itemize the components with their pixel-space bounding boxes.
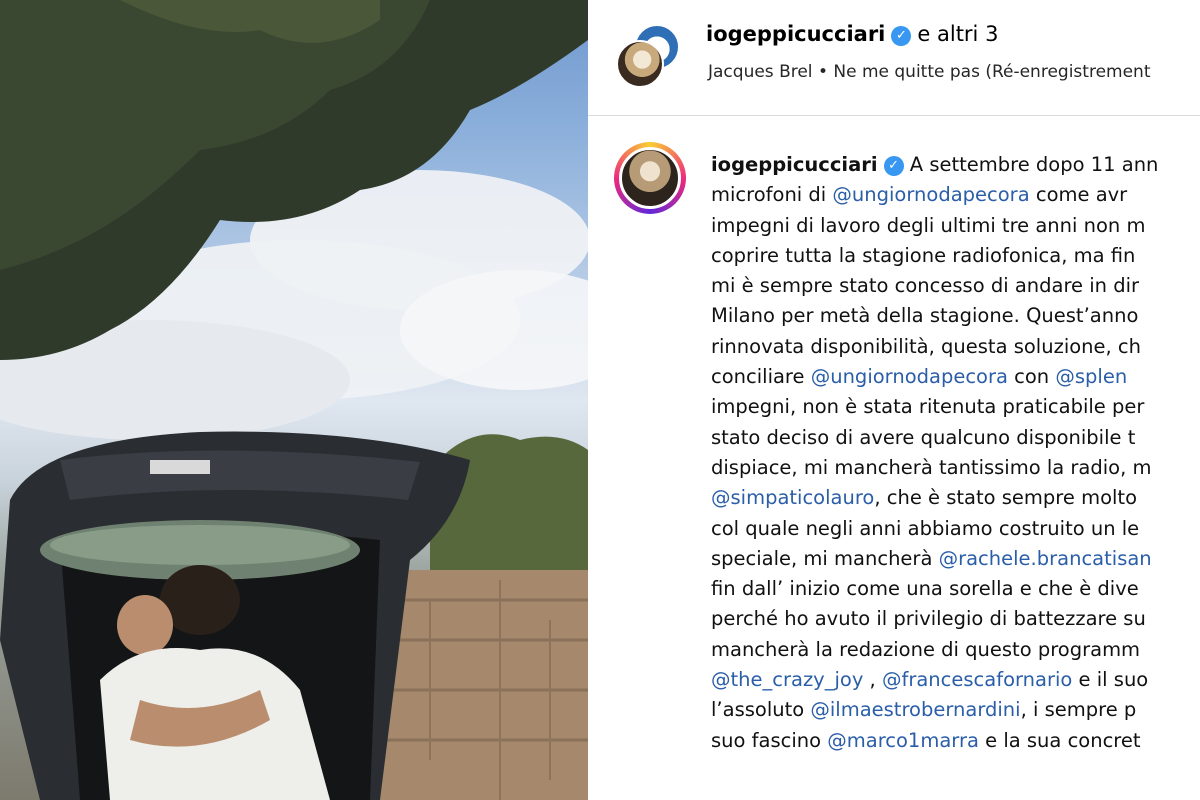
caption-line: perché ho avuto il privilegio di battezz… (711, 604, 1200, 634)
verified-badge-icon: ✓ (883, 156, 904, 176)
caption-line: impegni, non è stata ritenuta praticabil… (711, 392, 1200, 422)
caption-line: impegni di lavoro degli ultimi tre anni … (711, 211, 1200, 241)
audio-track: Ne me quitte pas (Ré-enregistrement (833, 62, 1151, 82)
mention-link[interactable]: @the_crazy_joy (711, 668, 863, 691)
caption-line: conciliare @ungiornodapecora con @splen (711, 362, 1200, 392)
caption-text: dispiace, mi mancherà tantissimo la radi… (711, 455, 1152, 479)
mention-link[interactable]: @marco1marra (827, 729, 979, 752)
caption-text: con (1007, 365, 1056, 389)
mention-link[interactable]: @simpaticolauro (711, 486, 874, 509)
author-avatar[interactable] (616, 40, 664, 88)
caption-line: rinnovata disponibilità, questa soluzion… (711, 332, 1200, 362)
caption-text: suo fascino (711, 728, 828, 752)
caption-line: microfoni di @ungiornodapecora come avr (711, 180, 1200, 210)
mention-link[interactable]: @ilmaestrobernardini (810, 698, 1020, 721)
caption-text: rinnovata disponibilità, questa soluzion… (711, 334, 1141, 358)
caption-line: coprire tutta la stagione radiofonica, m… (711, 241, 1200, 271)
audio-separator: • (817, 62, 828, 82)
caption-text: coprire tutta la stagione radiofonica, m… (711, 243, 1136, 267)
caption-text: l’assoluto (711, 698, 811, 722)
caption-line: iogeppicucciari ✓ A settembre dopo 11 ann (711, 150, 1200, 180)
post-caption: iogeppicucciari ✓ A settembre dopo 11 ann… (711, 150, 1200, 756)
caption-text: stato deciso di avere qualcuno disponibi… (711, 425, 1136, 449)
caption-line: dispiace, mi mancherà tantissimo la radi… (711, 453, 1200, 483)
author-username[interactable]: iogeppicucciari (706, 22, 885, 46)
caption-text: fin dall’ inizio come una sorella e che … (711, 577, 1139, 601)
mention-link[interactable]: @ungiornodapecora (811, 365, 1008, 388)
mention-link[interactable]: @francescafornario (882, 668, 1072, 691)
post-author: iogeppicucciari ✓ e altri 3 (706, 22, 998, 46)
caption-text: , i sempre p (1020, 698, 1137, 722)
mention-link[interactable]: @ungiornodapecora (832, 183, 1029, 206)
caption-text: col quale negli anni abbiamo costruito u… (711, 516, 1140, 540)
caption-author-avatar[interactable] (614, 142, 686, 214)
caption-text: mi è sempre stato concesso di andare in … (711, 274, 1140, 298)
caption-line: suo fascino @marco1marra e la sua concre… (711, 726, 1200, 756)
caption-text: Milano per metà della stagione. Quest’an… (711, 304, 1139, 328)
collab-avatars[interactable] (616, 24, 682, 88)
mention-link[interactable]: @splen (1055, 365, 1127, 388)
caption-line: col quale negli anni abbiamo costruito u… (711, 514, 1200, 544)
verified-badge-icon: ✓ (891, 26, 912, 46)
caption-text: e il suo (1072, 668, 1149, 692)
caption-text: e la sua concret (978, 728, 1141, 752)
caption-line: Milano per metà della stagione. Quest’an… (711, 301, 1200, 331)
collaborators-link[interactable]: e altri 3 (917, 22, 998, 46)
post-header: iogeppicucciari ✓ e altri 3 Jacques Brel •… (588, 0, 1200, 116)
avatar (619, 147, 681, 209)
caption-line: l’assoluto @ilmaestrobernardini, i sempr… (711, 695, 1200, 725)
caption-text: microfoni di (711, 183, 833, 207)
caption-text: conciliare (711, 365, 811, 389)
post-photo (0, 0, 588, 800)
caption-line: mi è sempre stato concesso di andare in … (711, 271, 1200, 301)
caption-text: impegni di lavoro degli ultimi tre anni … (711, 213, 1146, 237)
caption-line: speciale, mi mancherà @rachele.brancatis… (711, 544, 1200, 574)
caption-line: mancherà la redazione di questo programm (711, 635, 1200, 665)
audio-attribution[interactable]: Jacques Brel • Ne me quitte pas (Ré-enre… (708, 62, 1150, 82)
caption-line: @simpaticolauro, che è stato sempre molt… (711, 483, 1200, 513)
audio-artist: Jacques Brel (708, 62, 813, 82)
caption-text: speciale, mi mancherà (711, 546, 939, 570)
post-sidebar: iogeppicucciari ✓ e altri 3 Jacques Brel •… (588, 0, 1200, 800)
caption-line: @the_crazy_joy , @francescafornario e il… (711, 665, 1200, 695)
caption-line: stato deciso di avere qualcuno disponibi… (711, 423, 1200, 453)
caption-line: fin dall’ inizio come una sorella e che … (711, 574, 1200, 604)
mention-link[interactable]: @rachele.brancatisan (939, 547, 1152, 570)
post-media[interactable] (0, 0, 588, 800)
caption-text: come avr (1029, 183, 1128, 207)
caption-text: impegni, non è stata ritenuta praticabil… (711, 395, 1145, 419)
caption-username[interactable]: iogeppicucciari (711, 153, 878, 176)
caption-text: , che è stato sempre molto (874, 486, 1138, 510)
caption-text: A settembre dopo 11 ann (909, 153, 1159, 176)
caption-text: perché ho avuto il privilegio di battezz… (711, 607, 1146, 631)
caption-text: mancherà la redazione di questo programm (711, 637, 1141, 661)
caption-text: , (863, 668, 882, 692)
